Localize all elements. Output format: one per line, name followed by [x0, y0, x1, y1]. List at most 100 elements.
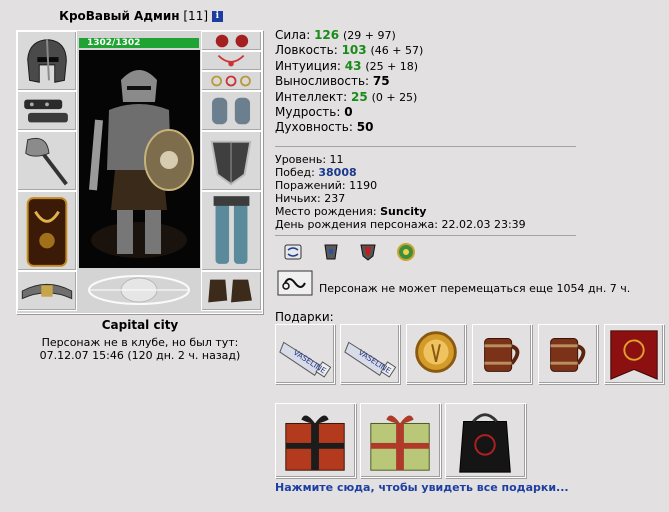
- separator-2: [275, 235, 576, 236]
- beer-mug-gift-icon: [550, 338, 586, 372]
- stat-breakdown: (46 + 57): [370, 44, 424, 58]
- rings-icon: [211, 75, 251, 87]
- earring-slot[interactable]: [201, 31, 262, 51]
- gift-black-bag[interactable]: [445, 403, 526, 478]
- level-label: Уровень:: [275, 153, 327, 166]
- rings-slot[interactable]: [201, 71, 262, 91]
- movement-text: Персонаж не может перемещаться еще 1054 …: [319, 282, 631, 295]
- leggings-icon: [213, 196, 250, 264]
- hp-bar: 1302/1302: [79, 38, 199, 48]
- movement-status: Персонаж не может перемещаться еще 1054 …: [277, 270, 630, 299]
- separator-1: [275, 146, 576, 147]
- amulet-icon: [217, 54, 245, 67]
- losses-row: Поражений: 1190: [275, 179, 526, 192]
- amulet-slot[interactable]: [201, 51, 262, 71]
- stat-value: 75: [372, 74, 390, 89]
- gifts-title: Подарки:: [275, 310, 334, 324]
- draws-label: Ничьих:: [275, 192, 321, 205]
- paperdoll: 1302/1302: [16, 30, 263, 314]
- stat-breakdown: (0 + 25): [371, 90, 418, 104]
- stat-value: 43: [344, 58, 362, 73]
- absence-status: Персонаж не в клубе, но был тут: 07.12.0…: [0, 336, 280, 362]
- stat-row: Мудрость: 0: [275, 105, 423, 120]
- birthday-row: День рождения персонажа: 22.02.03 23:39: [275, 218, 526, 231]
- stat-value: 126: [314, 28, 340, 42]
- leggings-slot[interactable]: [201, 191, 262, 271]
- earrings-icon: [215, 34, 249, 48]
- trap-scroll-icon: [277, 270, 313, 296]
- belt-icon: [21, 283, 73, 300]
- character-title: КроВавый Админ [11] i: [0, 9, 282, 23]
- stat-label: Сила:: [275, 28, 311, 42]
- character-info: Уровень: 11 Побед: 38008 Поражений: 1190…: [275, 153, 526, 231]
- scroll-badge-icon[interactable]: [283, 242, 303, 262]
- birthday-value: 22.02.03 23:39: [441, 218, 526, 231]
- hp-text: 1302/1302: [87, 38, 141, 48]
- gift-beer-mug-2[interactable]: [538, 324, 598, 384]
- beer-mug-gift-icon: [484, 338, 520, 372]
- character-name: КроВавый Админ: [59, 9, 180, 23]
- draws-row: Ничьих: 237: [275, 192, 526, 205]
- info-icon[interactable]: i: [211, 11, 223, 22]
- guild-tower-icon[interactable]: [321, 242, 341, 262]
- gloves-icon: [212, 97, 251, 125]
- gift-gold-coin[interactable]: [406, 324, 466, 384]
- losses-label: Поражений:: [275, 179, 346, 192]
- birthplace-value: Suncity: [380, 205, 427, 218]
- red-shield-badge-icon[interactable]: [358, 242, 378, 262]
- stat-breakdown: (25 + 18): [365, 59, 419, 73]
- wins-value: 38008: [318, 166, 357, 179]
- stat-label: Выносливость:: [275, 74, 370, 89]
- ring-slot-emblem[interactable]: [79, 268, 200, 311]
- stat-label: Интеллект:: [275, 89, 348, 104]
- wins-label: Побед:: [275, 166, 315, 179]
- vaseline-gift-icon: VASELINE: [344, 341, 397, 378]
- armor-icon: [26, 197, 68, 267]
- character-portrait: [79, 50, 200, 268]
- weapon-slot[interactable]: [17, 131, 77, 191]
- boots-slot[interactable]: [201, 271, 262, 311]
- absence-line-2: 07.12.07 15:46 (120 дн. 2 ч. назад): [39, 349, 241, 362]
- vaseline-gift-icon: VASELINE: [279, 341, 332, 378]
- gold-coin-gift-icon: [415, 331, 457, 373]
- absence-line-1: Персонаж не в клубе, но был тут:: [41, 336, 239, 349]
- level-value: 11: [329, 153, 344, 166]
- losses-value: 1190: [349, 179, 378, 192]
- helmet-slot[interactable]: [17, 31, 77, 91]
- bracers-slot[interactable]: [17, 91, 77, 131]
- gloves-slot[interactable]: [201, 91, 262, 131]
- bracers-icon: [24, 99, 68, 123]
- all-gifts-link[interactable]: Нажмите сюда, чтобы увидеть все подарки.…: [275, 481, 569, 494]
- birthday-label: День рождения персонажа:: [275, 218, 438, 231]
- gift-red-box[interactable]: [275, 403, 356, 478]
- stat-row: Сила: 126 (29 + 97): [275, 28, 423, 43]
- stat-row: Выносливость: 75: [275, 74, 423, 89]
- stats-list: Сила: 126 (29 + 97) Ловкость: 103 (46 + 5…: [275, 28, 423, 136]
- belt-slot[interactable]: [17, 271, 77, 311]
- gift-red-banner[interactable]: [604, 324, 664, 384]
- shield-slot[interactable]: [201, 131, 262, 191]
- gift-vaseline-2[interactable]: VASELINE: [340, 324, 400, 384]
- armor-slot[interactable]: [17, 191, 77, 271]
- level-row: Уровень: 11: [275, 153, 526, 166]
- red-gift-box-icon: [285, 415, 345, 471]
- stat-value: 25: [351, 89, 368, 104]
- stat-row: Ловкость: 103 (46 + 57): [275, 43, 423, 58]
- shield-icon: [210, 140, 252, 186]
- stat-row: Духовность: 50: [275, 120, 423, 135]
- gift-beer-mug-1[interactable]: [472, 324, 532, 384]
- gift-green-box[interactable]: [360, 403, 441, 478]
- gift-vaseline-1[interactable]: VASELINE: [275, 324, 335, 384]
- stat-value: 103: [341, 43, 367, 58]
- stat-label: Интуиция:: [275, 58, 341, 73]
- helmet-icon: [27, 39, 67, 83]
- character-level: [11]: [183, 9, 209, 23]
- clan-emblem-icon: [88, 275, 190, 305]
- location-name: Capital city: [101, 318, 179, 332]
- stat-label: Мудрость:: [275, 105, 341, 120]
- stat-row: Интуиция: 43 (25 + 18): [275, 59, 423, 74]
- stat-value: 50: [356, 120, 374, 135]
- birthplace-label: Место рождения:: [275, 205, 377, 218]
- green-gift-box-icon: [370, 415, 430, 471]
- green-emblem-icon[interactable]: [396, 242, 416, 262]
